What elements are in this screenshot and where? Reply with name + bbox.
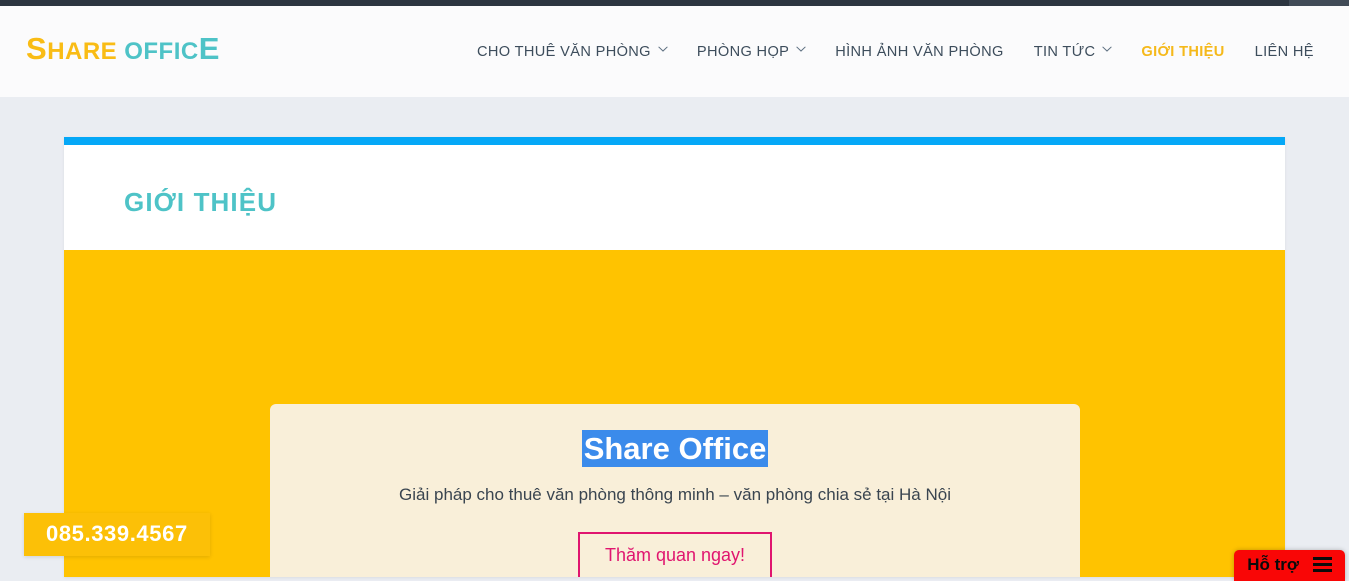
content-card: GIỚI THIỆU Share Office Giải pháp cho th… — [64, 137, 1285, 577]
nav-item-phong-hop[interactable]: PHÒNG HỌP — [682, 44, 820, 60]
hero-banner: Share Office Giải pháp cho thuê văn phòn… — [64, 250, 1285, 577]
hero-cta-button[interactable]: Thăm quan ngay! — [577, 531, 773, 577]
hero-title: Share Office — [270, 430, 1080, 469]
page-title: GIỚI THIỆU — [124, 187, 278, 217]
nav-item-cho-thue-van-phong[interactable]: CHO THUÊ VĂN PHÒNG — [462, 44, 682, 60]
nav-item-gioi-thieu[interactable]: GIỚI THIỆU — [1126, 44, 1239, 60]
nav-item-label: GIỚI THIỆU — [1141, 44, 1225, 60]
main-navigation: CHO THUÊ VĂN PHÒNG PHÒNG HỌP HÌNH ẢNH VĂ… — [462, 44, 1329, 60]
page-title-area: GIỚI THIỆU — [64, 145, 1285, 250]
support-widget-label: Hỗ trợ — [1247, 555, 1299, 574]
site-header: SHARE OFFICE CHO THUÊ VĂN PHÒNG PHÒNG HỌP… — [0, 6, 1349, 97]
logo-office-final: E — [198, 31, 220, 66]
chevron-down-icon — [658, 45, 668, 55]
site-logo[interactable]: SHARE OFFICE — [26, 33, 220, 64]
nav-item-label: LIÊN HỆ — [1254, 44, 1314, 60]
hamburger-icon — [1313, 557, 1332, 572]
nav-item-tin-tuc[interactable]: TIN TỨC — [1019, 44, 1127, 60]
nav-item-label: PHÒNG HỌP — [696, 44, 790, 60]
logo-share-rest: HARE — [47, 38, 118, 65]
hero-subtitle: Giải pháp cho thuê văn phòng thông minh … — [399, 484, 951, 504]
logo-share-initial: S — [26, 31, 48, 66]
nav-item-lien-he[interactable]: LIÊN HỆ — [1240, 44, 1329, 60]
hero-title-selected-text: Share Office — [581, 430, 769, 467]
hero-content-box: Share Office Giải pháp cho thuê văn phòn… — [270, 404, 1080, 577]
nav-item-hinh-anh-van-phong[interactable]: HÌNH ẢNH VĂN PHÒNG — [820, 44, 1018, 60]
chevron-down-icon — [796, 45, 806, 55]
floating-phone-badge[interactable]: 085.339.4567 — [24, 513, 210, 556]
support-widget[interactable]: Hỗ trợ — [1234, 550, 1345, 581]
nav-item-label: CHO THUÊ VĂN PHÒNG — [477, 44, 651, 60]
card-accent-bar — [64, 137, 1285, 145]
nav-item-label: HÌNH ẢNH VĂN PHÒNG — [835, 44, 1004, 60]
logo-office-rest: OFFIC — [124, 38, 199, 65]
chevron-down-icon — [1102, 45, 1113, 55]
nav-item-label: TIN TỨC — [1033, 44, 1096, 60]
